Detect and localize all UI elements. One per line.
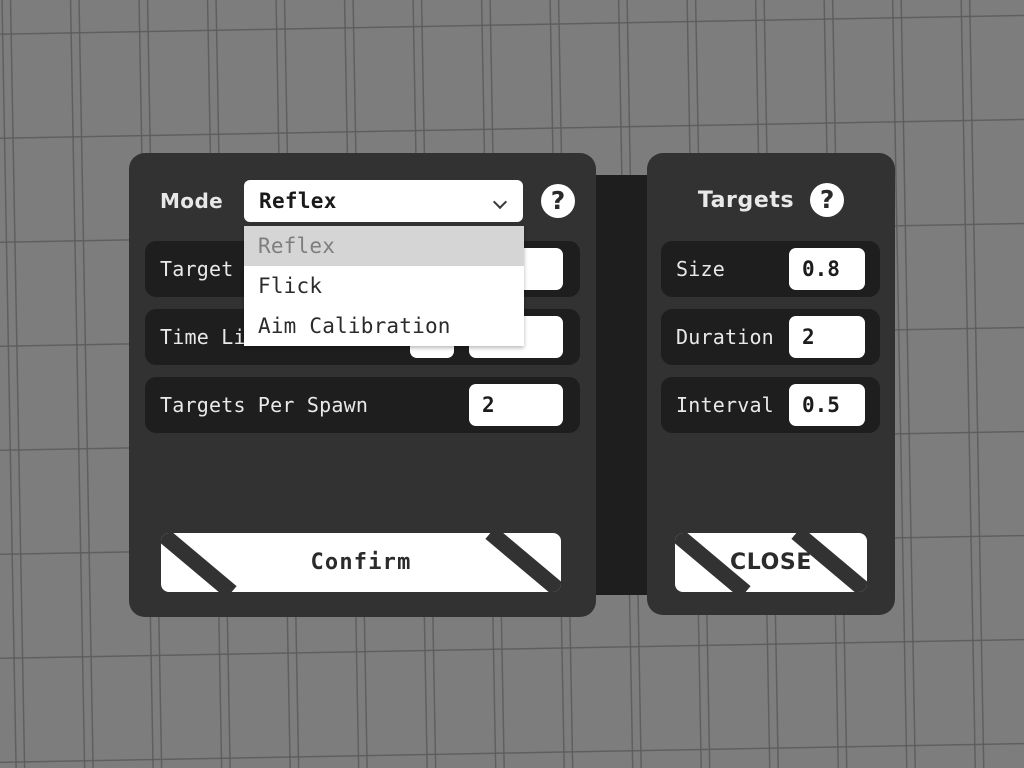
row-size[interactable]: Size 0.8 [661, 241, 880, 297]
mode-dropdown-option-aim-calibration[interactable]: Aim Calibration [244, 306, 524, 346]
app-stage: Mode Reflex ? Target Time Li Targets Per… [0, 0, 1024, 768]
targets-header: Targets ? [647, 183, 895, 217]
row-size-input[interactable]: 0.8 [789, 248, 865, 290]
row-duration[interactable]: Duration 2 [661, 309, 880, 365]
close-button-label: CLOSE [730, 550, 812, 575]
row-interval-label: Interval [676, 393, 774, 417]
mode-dropdown-option-flick[interactable]: Flick [244, 266, 524, 306]
row-targets-per-spawn-input[interactable]: 2 [469, 384, 563, 426]
mode-dropdown-list[interactable]: Reflex Flick Aim Calibration [244, 226, 524, 346]
mode-dropdown-option-reflex[interactable]: Reflex [244, 226, 524, 266]
confirm-button-label: Confirm [310, 550, 412, 575]
row-interval[interactable]: Interval 0.5 [661, 377, 880, 433]
mode-row: Mode Reflex ? [145, 169, 580, 233]
close-button[interactable]: CLOSE [675, 533, 867, 592]
row-time-limit-label: Time Li [160, 325, 246, 349]
row-interval-input[interactable]: 0.5 [789, 384, 865, 426]
row-duration-label: Duration [676, 325, 774, 349]
row-target-label: Target [160, 257, 234, 281]
panel-connector-strip [594, 175, 650, 595]
confirm-button[interactable]: Confirm [161, 533, 561, 592]
row-targets-per-spawn[interactable]: Targets Per Spawn 2 [145, 377, 580, 433]
mode-select-value: Reflex [259, 189, 337, 213]
row-duration-input[interactable]: 2 [789, 316, 865, 358]
targets-panel-title: Targets [697, 187, 795, 213]
chevron-down-icon [494, 197, 507, 205]
mode-select[interactable]: Reflex [244, 180, 523, 222]
row-size-label: Size [676, 257, 725, 281]
mode-label: Mode [160, 189, 224, 213]
help-icon-targets[interactable]: ? [810, 183, 845, 217]
row-targets-per-spawn-label: Targets Per Spawn [160, 393, 369, 417]
help-icon-mode[interactable]: ? [541, 184, 575, 218]
